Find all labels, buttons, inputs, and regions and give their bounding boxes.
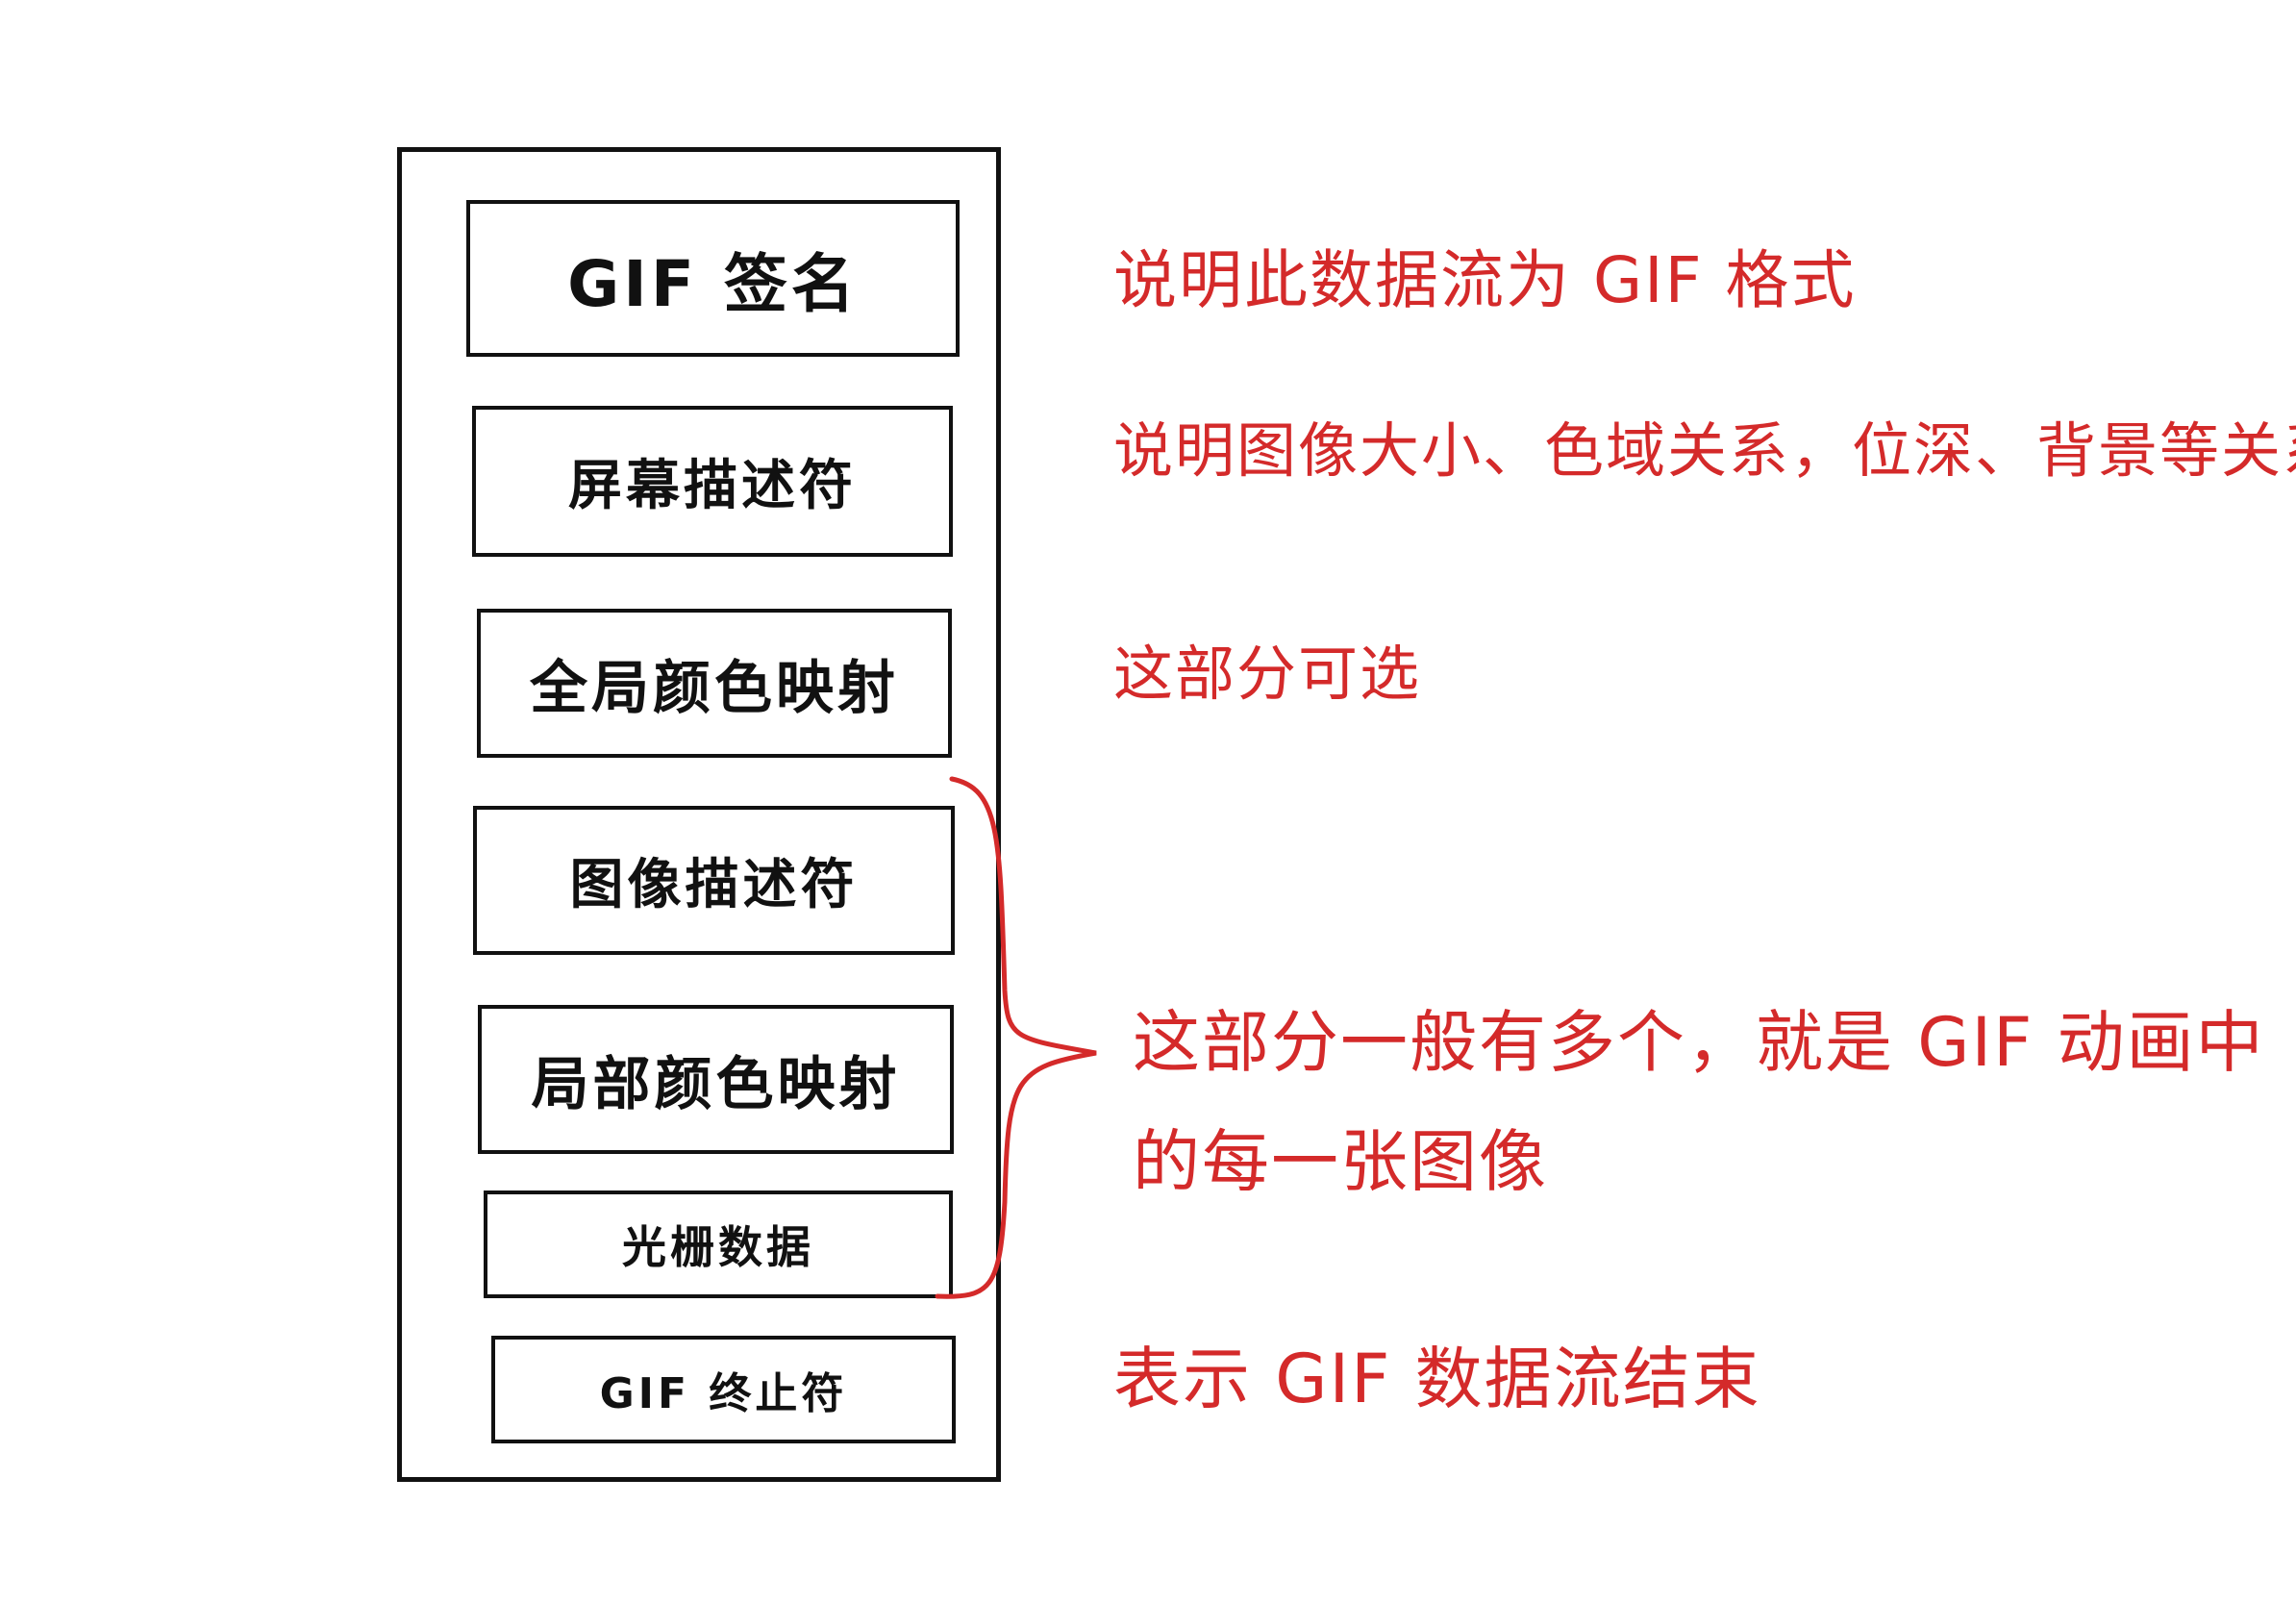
local-color-table-label: 局部颜色映射 <box>531 1051 901 1118</box>
image-frames-note: 这部分一般有多个，就是 GIF 动画中的每一张图像 <box>1133 1003 2265 1201</box>
global-color-table-block: 全局颜色映射 <box>477 609 952 758</box>
screen-descriptor-label: 屏幕描述符 <box>568 455 857 517</box>
gif-signature-block: GIF 签名 <box>466 200 960 357</box>
brace-path <box>935 776 1097 1299</box>
local-color-table-block: 局部颜色映射 <box>478 1005 954 1154</box>
raster-data-block: 光栅数据 <box>484 1190 953 1298</box>
gif-terminator-label: GIF 终止符 <box>599 1369 848 1418</box>
screen-descriptor-note: 说明图像大小、色域关系，位深、背景等关系 <box>1113 415 2296 486</box>
gif-signature-label: GIF 签名 <box>567 246 859 321</box>
screen-descriptor-block: 屏幕描述符 <box>472 406 953 557</box>
raster-data-label: 光栅数据 <box>622 1221 814 1273</box>
image-descriptor-label: 图像描述符 <box>569 854 859 916</box>
diagram-canvas: GIF 签名 屏幕描述符 全局颜色映射 图像描述符 局部颜色映射 光栅数据 GI… <box>0 0 2296 1604</box>
signature-note: 说明此数据流为 GIF 格式 <box>1113 243 1857 317</box>
gif-terminator-block: GIF 终止符 <box>491 1336 956 1443</box>
global-color-table-note: 这部分可选 <box>1113 639 1422 709</box>
terminator-note: 表示 GIF 数据流结束 <box>1113 1340 1761 1418</box>
frame-group-brace <box>935 776 1097 1299</box>
global-color-table-label: 全局颜色映射 <box>530 655 899 722</box>
image-descriptor-block: 图像描述符 <box>473 806 955 955</box>
